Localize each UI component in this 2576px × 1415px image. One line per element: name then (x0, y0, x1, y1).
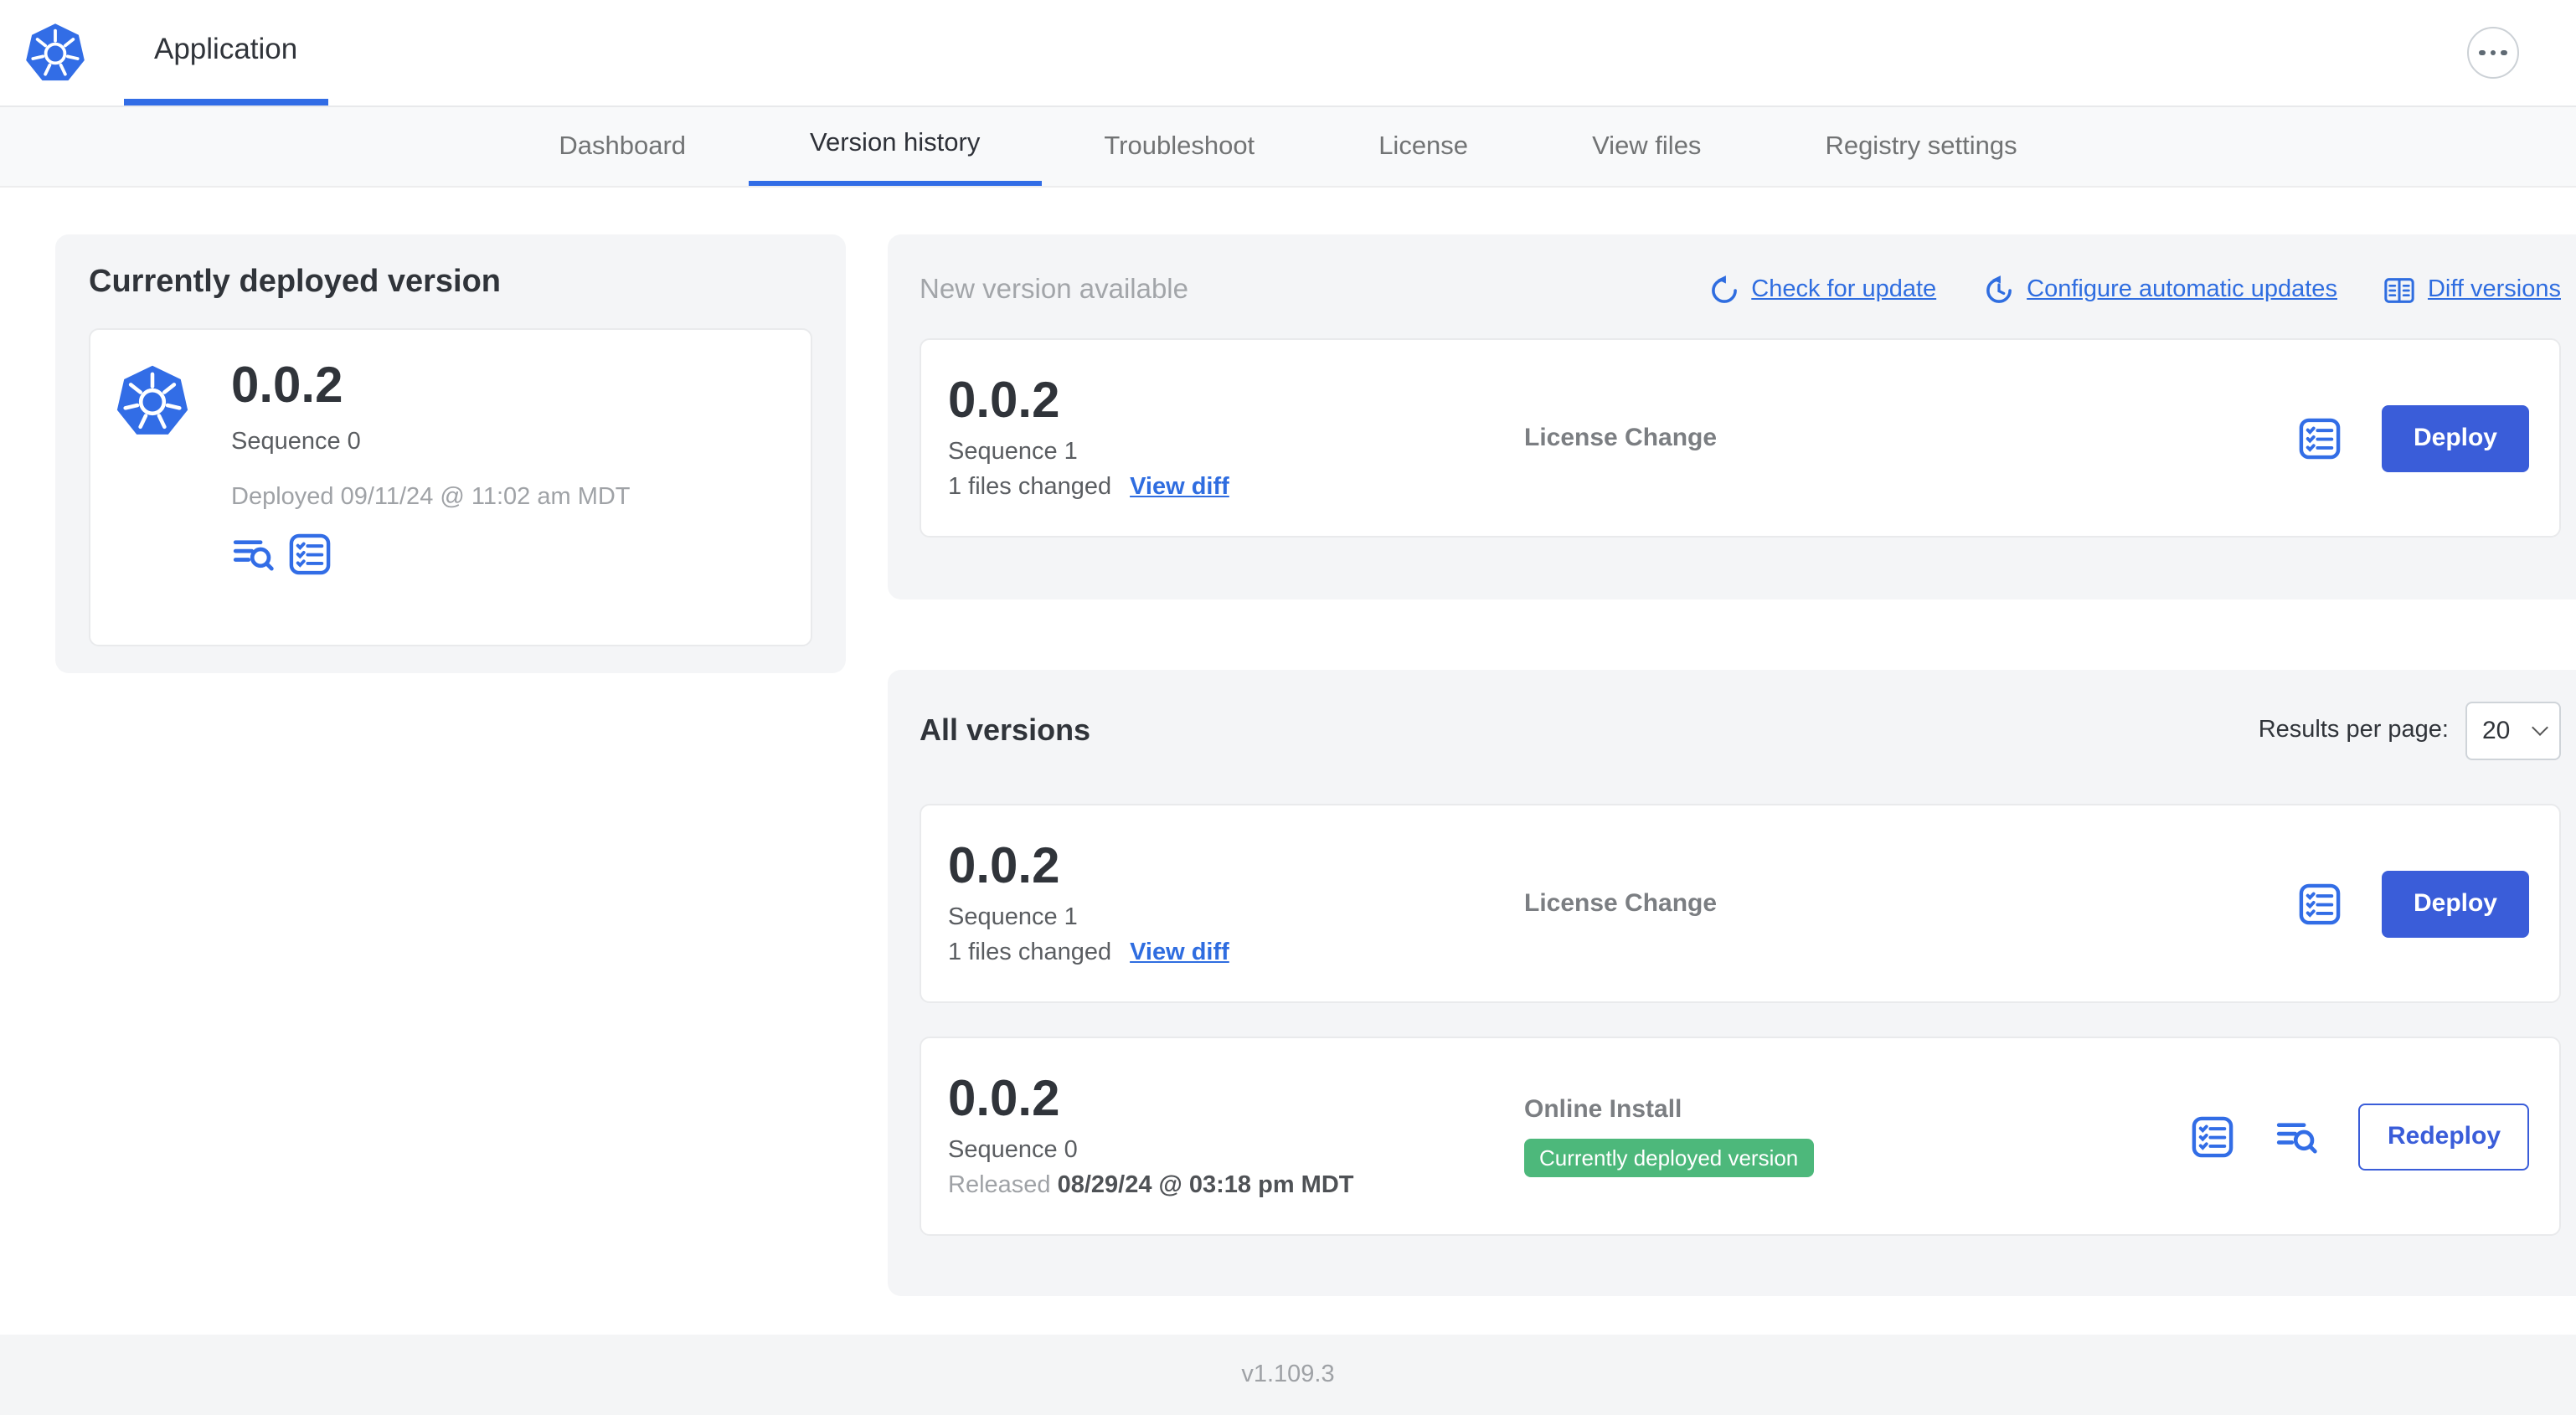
checklist-icon (2298, 882, 2342, 925)
version-number: 0.0.2 (948, 1072, 1060, 1128)
version-number: 0.0.2 (948, 373, 1060, 430)
version-row: 0.0.2 Sequence 0 Released 08/29/24 @ 03:… (920, 1037, 2561, 1236)
logs-icon (2275, 1114, 2319, 1158)
deployed-timestamp: Deployed 09/11/24 @ 11:02 am MDT (231, 483, 631, 510)
ellipsis-icon (2490, 49, 2496, 56)
clock-refresh-icon (1983, 274, 2015, 306)
deployed-actions (231, 532, 631, 575)
preflight-checks-button[interactable] (2298, 416, 2342, 460)
checklist-icon (2192, 1114, 2235, 1158)
checklist-icon (288, 532, 332, 575)
check-for-update-label: Check for update (1751, 276, 1937, 303)
nav-tab-version-history[interactable]: Version history (748, 107, 1043, 186)
version-source: License Change (1524, 424, 2298, 452)
files-changed-row: 1 files changed View diff (948, 939, 1524, 966)
new-version-title: New version available (920, 274, 1188, 304)
new-version-header: New version available Check for update C… (920, 268, 2561, 311)
chevron-down-icon (2532, 719, 2548, 736)
view-logs-button[interactable] (231, 532, 275, 575)
deployed-version-card: 0.0.2 Sequence 0 Deployed 09/11/24 @ 11:… (89, 328, 812, 646)
logs-icon (231, 532, 275, 575)
files-changed-label: 1 files changed (948, 939, 1112, 966)
new-version-panel: New version available Check for update C… (888, 234, 2576, 599)
version-info: 0.0.2 Sequence 1 1 files changed View di… (948, 839, 1524, 966)
kubernetes-logo-icon (23, 21, 87, 85)
app-header: Application (0, 0, 2576, 107)
preflight-checks-button[interactable] (2192, 1114, 2235, 1158)
overflow-menu-button[interactable] (2467, 27, 2519, 79)
deploy-button[interactable]: Deploy (2382, 404, 2529, 471)
released-timestamp: Released 08/29/24 @ 03:18 pm MDT (948, 1172, 1524, 1199)
version-source: License Change (1524, 889, 2298, 918)
console-version: v1.109.3 (1241, 1361, 1335, 1388)
nav-tab-dashboard[interactable]: Dashboard (497, 107, 748, 186)
all-versions-header: All versions Results per page: 20 (920, 700, 2561, 760)
nav-tab-troubleshoot[interactable]: Troubleshoot (1042, 107, 1316, 186)
main-content: Currently deployed version 0.0.2 Sequenc… (0, 188, 2576, 1335)
nav-tab-registry-settings[interactable]: Registry settings (1763, 107, 2079, 186)
configure-automatic-updates-label: Configure automatic updates (2027, 276, 2337, 303)
files-changed-label: 1 files changed (948, 473, 1112, 501)
released-prefix: Released (948, 1171, 1051, 1199)
version-sequence: Sequence 1 (948, 903, 1078, 931)
currently-deployed-panel: Currently deployed version 0.0.2 Sequenc… (55, 234, 846, 673)
released-date: 08/29/24 @ 03:18 pm MDT (1057, 1171, 1354, 1199)
version-row: 0.0.2 Sequence 1 1 files changed View di… (920, 804, 2561, 1003)
all-versions-title: All versions (920, 713, 1091, 746)
diff-icon (2384, 274, 2416, 306)
version-info: 0.0.2 Sequence 0 Released 08/29/24 @ 03:… (948, 1072, 1524, 1199)
preflight-checks-button[interactable] (288, 532, 332, 575)
app-subnav: Dashboard Version history Troubleshoot L… (0, 107, 2576, 188)
view-diff-link[interactable]: View diff (1130, 474, 1229, 501)
version-number: 0.0.2 (948, 839, 1060, 895)
app-tab-label: Application (154, 32, 298, 65)
view-diff-link[interactable]: View diff (1130, 939, 1229, 966)
view-logs-button[interactable] (2275, 1114, 2319, 1158)
change-type-label: License Change (1524, 889, 1718, 918)
deployed-version-number: 0.0.2 (231, 358, 343, 414)
new-version-card: 0.0.2 Sequence 1 1 files changed View di… (920, 338, 2561, 538)
version-source: Online Install Currently deployed versio… (1524, 1095, 2192, 1177)
nav-tab-license[interactable]: License (1316, 107, 1530, 186)
tab-application[interactable]: Application (124, 0, 328, 105)
diff-versions-link[interactable]: Diff versions (2384, 274, 2561, 306)
deployed-sequence: Sequence 0 (231, 428, 361, 455)
app-icon (114, 363, 191, 440)
deploy-button[interactable]: Deploy (2382, 870, 2529, 937)
results-per-page-value: 20 (2482, 716, 2511, 744)
check-for-update-link[interactable]: Check for update (1708, 274, 1936, 306)
footer: v1.109.3 (0, 1335, 2576, 1415)
version-sequence: Sequence 1 (948, 438, 1078, 466)
change-type-label: Online Install (1524, 1095, 1682, 1124)
configure-automatic-updates-link[interactable]: Configure automatic updates (1983, 274, 2337, 306)
ellipsis-icon (2501, 49, 2507, 56)
ellipsis-icon (2479, 49, 2486, 56)
checklist-icon (2298, 416, 2342, 460)
version-actions: Deploy (2298, 404, 2529, 471)
redeploy-button[interactable]: Redeploy (2358, 1103, 2529, 1170)
diff-versions-label: Diff versions (2427, 276, 2561, 303)
page: Application Dashboard Version history Tr… (0, 0, 2576, 1415)
currently-deployed-title: Currently deployed version (89, 265, 502, 300)
nav-tab-view-files[interactable]: View files (1530, 107, 1763, 186)
new-version-links: Check for update Configure automatic upd… (1708, 274, 2561, 306)
results-per-page-select[interactable]: 20 (2465, 701, 2561, 759)
version-sequence: Sequence 0 (948, 1136, 1078, 1164)
version-info: 0.0.2 Sequence 1 1 files changed View di… (948, 373, 1524, 501)
results-per-page-label: Results per page: (2258, 717, 2449, 744)
results-per-page: Results per page: 20 (2259, 701, 2561, 759)
deployed-version-details: 0.0.2 Sequence 0 Deployed 09/11/24 @ 11:… (231, 360, 631, 615)
refresh-icon (1708, 274, 1739, 306)
preflight-checks-button[interactable] (2298, 882, 2342, 925)
version-actions: Redeploy (2192, 1103, 2529, 1170)
change-type-label: License Change (1524, 424, 1718, 452)
all-versions-panel: All versions Results per page: 20 0.0.2 … (888, 670, 2576, 1296)
files-changed-row: 1 files changed View diff (948, 474, 1524, 501)
currently-deployed-badge: Currently deployed version (1524, 1139, 1814, 1177)
version-actions: Deploy (2298, 870, 2529, 937)
